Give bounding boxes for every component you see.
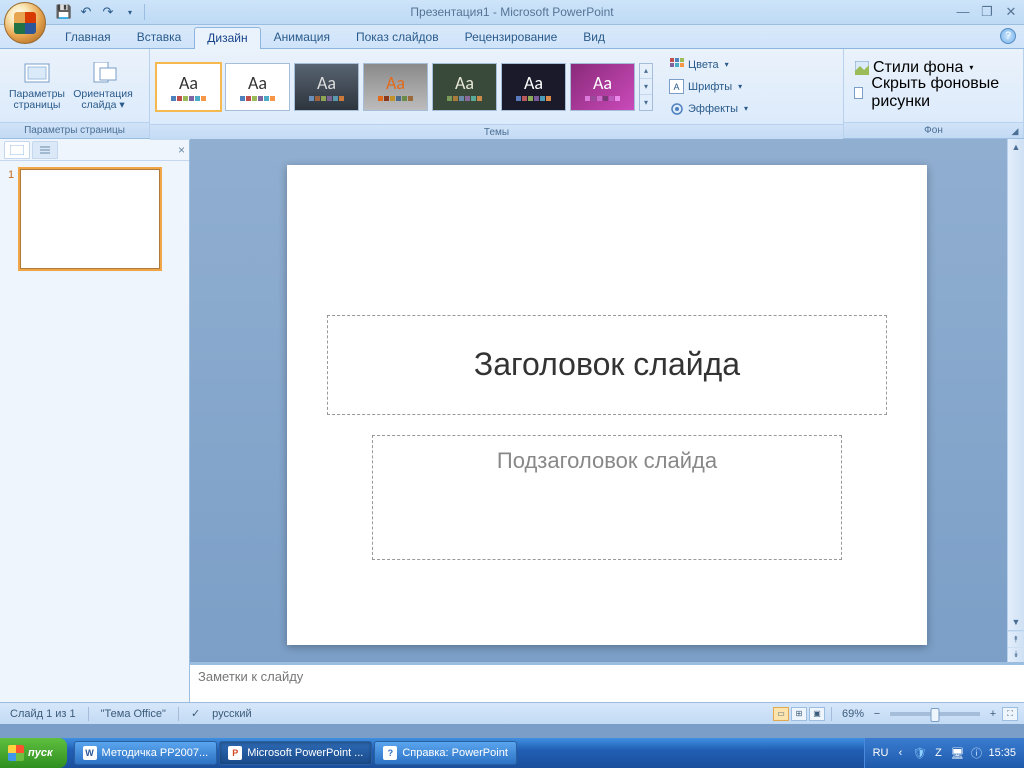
window-title: Презентация1 - Microsoft PowerPoint [410,5,613,19]
hide-background-checkbox[interactable]: Скрыть фоновые рисунки [850,82,1017,103]
tray-icon[interactable]: ‹ [893,746,907,760]
tab-view[interactable]: Вид [570,26,618,48]
fonts-icon: A [669,79,684,94]
checkbox-icon [854,87,863,99]
orientation-button[interactable]: Ориентация слайда ▾ [72,52,134,119]
qat-customize-icon[interactable]: ▾ [120,2,140,22]
theme-thumb[interactable]: Aa [501,63,566,111]
ribbon-tabs: Главная Вставка Дизайн Анимация Показ сл… [0,25,1024,49]
scroll-up-icon[interactable]: ▲ [1008,139,1024,155]
title-bar: 💾 ↶ ↷ ▾ Презентация1 - Microsoft PowerPo… [0,0,1024,25]
next-slide-icon[interactable]: ⯯ [1008,647,1024,663]
prev-slide-icon[interactable]: ⯭ [1008,631,1024,647]
page-setup-button[interactable]: Параметры страницы [6,52,68,119]
slide-thumbnail[interactable]: 1 [8,169,181,269]
tray-clock[interactable]: 15:35 [988,747,1016,759]
slide-editor: Заголовок слайда Подзаголовок слайда ▲ ▼… [190,139,1024,662]
vertical-scrollbar[interactable]: ▲ ▼ ⯭⯯ [1007,139,1024,662]
zoom-level[interactable]: 69% [838,708,868,720]
group-label-page-setup: Параметры страницы [0,122,149,138]
dialog-launcher-icon[interactable]: ◢ [1009,125,1021,137]
scroll-down-icon[interactable]: ▼ [1008,614,1024,630]
tray-icon[interactable]: ⓘ [969,746,983,760]
save-icon[interactable]: 💾 [54,2,74,22]
colors-icon [669,57,684,72]
sorter-view-icon[interactable]: ⊞ [791,707,807,721]
zoom-in-icon[interactable]: + [986,708,1000,720]
tray-icon[interactable]: Z [931,746,945,760]
help-icon: ? [383,746,397,760]
ribbon: Параметры страницы Ориентация слайда ▾ П… [0,49,1024,139]
slides-tab-icon[interactable] [4,141,30,159]
theme-thumb[interactable]: Aa [432,63,497,111]
redo-icon[interactable]: ↷ [98,2,118,22]
tray-icon[interactable]: 🛡 [912,746,926,760]
tab-slideshow[interactable]: Показ слайдов [343,26,452,48]
group-label-background: Фон◢ [844,122,1023,138]
outline-tab-icon[interactable] [32,141,58,159]
slide-canvas[interactable]: Заголовок слайда Подзаголовок слайда [287,165,927,645]
slide-counter: Слайд 1 из 1 [6,708,80,720]
taskbar-item[interactable]: WМетодичка PP2007... [74,741,218,765]
group-label-themes: Темы [150,124,843,140]
status-bar: Слайд 1 из 1 "Тема Office" ✓ русский ▭ ⊞… [0,702,1024,724]
tab-design[interactable]: Дизайн [194,27,260,49]
language-indicator[interactable]: русский [208,708,255,720]
tray-icon[interactable]: 🖥 [950,746,964,760]
tray-language[interactable]: RU [873,747,889,759]
start-button[interactable]: пуск [0,738,67,768]
slideshow-view-icon[interactable]: ▣ [809,707,825,721]
theme-thumb[interactable]: Aa [225,63,290,111]
gallery-more[interactable]: ▴▾▾ [639,63,653,111]
fit-view-icon[interactable]: ⛶ [1002,707,1018,721]
page-setup-icon [23,60,51,86]
taskbar-item[interactable]: PMicrosoft PowerPoint ... [219,741,372,765]
separator [144,4,145,20]
undo-icon[interactable]: ↶ [76,2,96,22]
help-icon[interactable]: ? [1000,28,1016,44]
quick-access-toolbar: 💾 ↶ ↷ ▾ [54,2,147,22]
notes-pane[interactable]: Заметки к слайду [190,662,1024,702]
effects-icon [669,101,684,116]
zoom-slider[interactable] [890,712,980,716]
title-placeholder[interactable]: Заголовок слайда [327,315,887,415]
pane-close-icon[interactable]: × [178,143,185,157]
system-tray: RU ‹ 🛡 Z 🖥 ⓘ 15:35 [864,738,1024,768]
tab-home[interactable]: Главная [52,26,124,48]
powerpoint-icon: P [228,746,242,760]
restore-button[interactable]: ❐ [978,4,996,20]
tab-insert[interactable]: Вставка [124,26,195,48]
orientation-icon [89,60,117,86]
theme-thumb[interactable]: Aa [570,63,635,111]
theme-thumb[interactable]: Aa [363,63,428,111]
background-styles-icon [854,60,869,75]
office-button[interactable] [4,2,46,44]
theme-fonts-button[interactable]: AШрифты▾ [665,76,752,97]
normal-view-icon[interactable]: ▭ [773,707,789,721]
subtitle-placeholder[interactable]: Подзаголовок слайда [372,435,842,560]
theme-thumb[interactable]: Aa [294,63,359,111]
taskbar-item[interactable]: ?Справка: PowerPoint [374,741,517,765]
minimize-button[interactable]: ― [954,4,972,20]
tab-animation[interactable]: Анимация [261,26,343,48]
theme-gallery: Aa Aa Aa Aa Aa Aa Aa ▴▾▾ [156,63,653,111]
close-button[interactable]: ✕ [1002,4,1020,20]
theme-colors-button[interactable]: Цвета▾ [665,54,752,75]
theme-name: "Тема Office" [97,708,170,720]
slide-thumbnails-pane: × 1 [0,139,190,702]
zoom-out-icon[interactable]: − [870,708,884,720]
theme-effects-button[interactable]: Эффекты▾ [665,98,752,119]
slide-number: 1 [8,169,14,269]
windows-taskbar: пуск WМетодичка PP2007... PMicrosoft Pow… [0,738,1024,768]
word-icon: W [83,746,97,760]
theme-thumb[interactable]: Aa [156,63,221,111]
tab-review[interactable]: Рецензирование [452,26,571,48]
spellcheck-icon[interactable]: ✓ [187,707,204,720]
